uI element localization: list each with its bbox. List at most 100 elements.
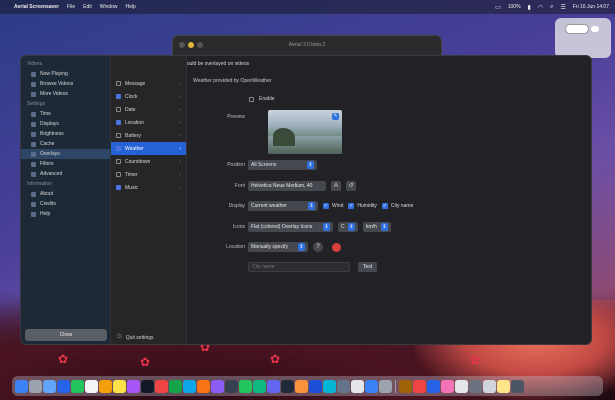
checkbox[interactable] (116, 133, 121, 138)
checkbox[interactable] (116, 172, 121, 177)
overlay-item-music[interactable]: Music › (111, 181, 186, 194)
menu-clock[interactable]: Fri 16 Jun 14:07 (573, 4, 609, 10)
desktop-widget[interactable] (555, 18, 611, 58)
dock-app-icon[interactable] (183, 379, 196, 393)
enable-checkbox[interactable] (249, 96, 254, 102)
dock-app-icon[interactable] (225, 379, 238, 393)
checkbox[interactable] (116, 185, 121, 190)
dock-app-icon[interactable] (379, 379, 392, 393)
checkbox[interactable] (116, 94, 121, 99)
display-select[interactable]: Current weather ⇕ (248, 201, 318, 211)
icons-select[interactable]: Flat (colored) Overlay Icons ⇕ (248, 222, 333, 232)
sidebar-item-displays[interactable]: Displays (21, 119, 110, 129)
menu-edit[interactable]: Edit (83, 4, 92, 10)
dock-app-icon[interactable] (497, 379, 510, 393)
dock-app-icon[interactable] (413, 379, 426, 393)
menu-app-name[interactable]: Aerial Screensaver (14, 4, 59, 10)
enable-row[interactable]: Enable (249, 96, 275, 102)
dock-app-icon[interactable] (323, 379, 336, 393)
sidebar-item-now-playing[interactable]: Now Playing (21, 69, 110, 79)
unit-select[interactable]: km/h ⇕ (363, 222, 391, 232)
sidebar-item-more-videos[interactable]: More Videos (21, 89, 110, 99)
overlay-item-countdown[interactable]: Countdown › (111, 155, 186, 168)
overlay-item-timer[interactable]: Timer › (111, 168, 186, 181)
city-name-input[interactable]: City name (248, 262, 350, 272)
close-icon[interactable]: ⏻ (117, 334, 122, 341)
sidebar-item-browse-videos[interactable]: Browse Videos (21, 79, 110, 89)
dock-app-icon[interactable] (85, 379, 98, 393)
quit-settings-label[interactable]: Quit settings (126, 335, 154, 341)
menu-file[interactable]: File (67, 4, 75, 10)
dock-app-icon[interactable] (455, 379, 468, 393)
test-button[interactable]: Test (358, 262, 378, 272)
dock-app-icon[interactable] (267, 379, 280, 393)
location-select[interactable]: Manually specify ⇕ (248, 242, 308, 252)
dock-app-icon[interactable] (29, 379, 42, 393)
dock-app-icon[interactable] (351, 379, 364, 393)
overlay-item-message[interactable]: Message › (111, 77, 186, 90)
dock-app-icon[interactable] (483, 379, 496, 393)
dock-app-icon[interactable] (15, 379, 28, 393)
dock-app-icon[interactable] (155, 379, 168, 393)
dock-app-icon[interactable] (337, 379, 350, 393)
overlay-item-location[interactable]: Location › (111, 116, 186, 129)
dock-app-icon[interactable] (99, 379, 112, 393)
font-value-field[interactable]: Helvetica Neue Medium, 40 (248, 181, 326, 191)
dock-app-icon[interactable] (141, 379, 154, 393)
dock-app-icon[interactable] (309, 379, 322, 393)
font-reset-icon[interactable]: ↺ (346, 181, 356, 191)
dock-app-icon[interactable] (295, 379, 308, 393)
edit-icon[interactable]: ✎ (332, 113, 339, 120)
wifi-icon[interactable]: ◠ (538, 4, 543, 11)
dock-app-icon[interactable] (469, 379, 482, 393)
overlay-item-battery[interactable]: Battery › (111, 129, 186, 142)
checkbox[interactable] (116, 81, 121, 86)
dock-app-icon[interactable] (71, 379, 84, 393)
checkbox[interactable] (116, 107, 121, 112)
dock-app-icon[interactable] (239, 379, 252, 393)
sidebar-item-about[interactable]: About (21, 189, 110, 199)
screen-icon[interactable]: ▭ (495, 4, 501, 11)
dock-app-icon[interactable] (365, 379, 378, 393)
menu-window[interactable]: Window (100, 4, 118, 10)
checkbox[interactable] (116, 120, 121, 125)
dock-app-icon[interactable] (197, 379, 210, 393)
font-picker-icon[interactable]: A (331, 181, 341, 191)
dock-app-icon[interactable] (113, 379, 126, 393)
dock-app-icon[interactable] (43, 379, 56, 393)
checkbox[interactable] (116, 146, 121, 151)
checkbox[interactable] (116, 159, 121, 164)
sidebar-item-brightness[interactable]: Brightness (21, 129, 110, 139)
sidebar-item-overlays[interactable]: Overlays (21, 149, 110, 159)
dock-app-icon[interactable] (281, 379, 294, 393)
sidebar-item-credits[interactable]: Credits (21, 199, 110, 209)
wind-checkbox[interactable]: ✓ Wind (323, 203, 343, 209)
overlay-item-weather[interactable]: Weather › (111, 142, 186, 155)
close-button[interactable]: Close (25, 329, 107, 341)
sidebar-item-cache[interactable]: Cache (21, 139, 110, 149)
dock-app-icon[interactable] (211, 379, 224, 393)
control-center-icon[interactable]: ☰ (560, 4, 565, 11)
help-icon[interactable]: ? (313, 242, 323, 252)
menu-help[interactable]: Help (126, 4, 136, 10)
battery-icon[interactable]: ▮ (528, 4, 531, 11)
sidebar-item-time[interactable]: Time (21, 109, 110, 119)
humidity-checkbox[interactable]: ✓ Humidity (348, 203, 377, 209)
dock-app-icon[interactable] (169, 379, 182, 393)
overlay-item-clock[interactable]: Clock › (111, 90, 186, 103)
dock-app-icon[interactable] (399, 379, 412, 393)
overlay-item-date[interactable]: Date › (111, 103, 186, 116)
dock-app-icon[interactable] (441, 379, 454, 393)
dock-app-icon[interactable] (253, 379, 266, 393)
dock-app-icon[interactable] (127, 379, 140, 393)
city-name-checkbox[interactable]: ✓ City name (381, 203, 413, 209)
dock-app-icon[interactable] (57, 379, 70, 393)
sidebar-item-advanced[interactable]: Advanced (21, 169, 110, 179)
dock-app-icon[interactable] (511, 379, 524, 393)
position-select[interactable]: All Screens ⇕ (248, 160, 317, 170)
degree-select[interactable]: C ⇕ (338, 222, 358, 232)
sidebar-item-filters[interactable]: Filters (21, 159, 110, 169)
dock-app-icon[interactable] (427, 379, 440, 393)
search-icon[interactable]: ⌕ (550, 4, 553, 11)
sidebar-item-help[interactable]: Help (21, 209, 110, 219)
